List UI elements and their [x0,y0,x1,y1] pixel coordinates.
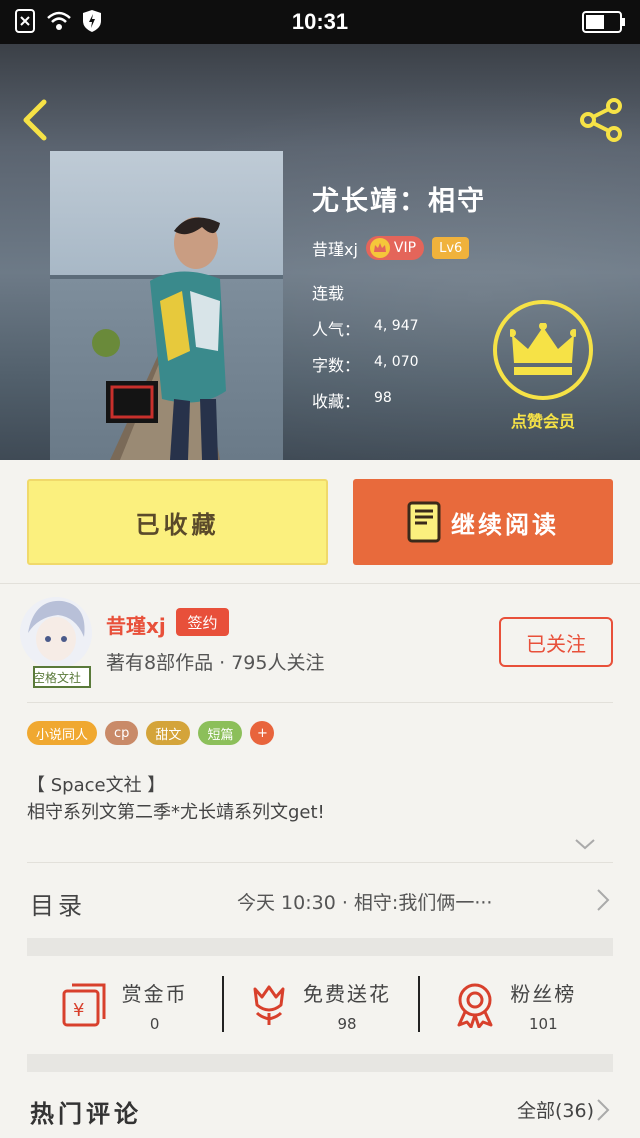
stat-name: 粉丝榜 [510,981,577,1006]
tag-chip[interactable]: 小说同人 [27,721,98,745]
author-row: 昔瑾xj VIP Lv6 [312,236,486,260]
stat-value: 101 [528,1014,558,1033]
expand-description-button[interactable] [574,836,596,852]
fan-ranking-button[interactable]: 粉丝榜 101 [417,956,613,1054]
stat-value: 0 [149,1014,160,1033]
catalog-title: 目录 [30,892,86,920]
stat-name: 免费送花 [302,981,391,1006]
hot-comments-header: 热门评论 全部(36) [0,1074,640,1138]
section-spacer [27,1054,613,1072]
chevron-left-icon [23,99,47,141]
member-label: 点赞会员 [510,412,575,431]
avatar-caption: 空格文社 [32,671,81,685]
tag-chip[interactable]: 短篇 [198,721,243,745]
vip-label: VIP [393,240,417,256]
stat-value: 98 [337,1014,357,1033]
medal-icon [457,983,493,1028]
reward-coins-button[interactable]: ¥ 赏金币 0 [27,956,222,1054]
status-bar: 10:31 [0,0,640,44]
book-title: 尤长靖：相守 [312,186,486,217]
crown-icon [369,238,390,258]
hot-comments-title: 热门评论 [30,1100,142,1128]
book-info: 尤长靖：相守 昔瑾xj VIP Lv6 连载 人气： 4, 947 字数： 4,… [312,179,486,412]
stat-name: 赏金币 [121,981,188,1006]
back-button[interactable] [18,98,52,142]
level-badge: Lv6 [432,237,470,259]
tag-chip[interactable]: 甜文 [146,721,191,745]
collected-button[interactable]: 已收藏 [27,479,328,565]
chevron-right-icon [597,889,610,911]
fan-ranking-text: 粉丝榜 101 [510,978,576,1033]
chevron-down-icon [575,839,595,850]
avatar[interactable]: 空格文社 [18,593,94,693]
signed-badge: 签约 [176,608,229,636]
continue-reading-label: 继续阅读 [451,510,559,539]
all-comments-link[interactable]: 全部(36) [517,1096,594,1123]
catalog-row[interactable]: 目录 今天 10:30 · 相守:我们俩一··· [0,862,640,938]
svg-text:¥: ¥ [73,1000,84,1021]
popularity-label: 人气： [312,320,361,339]
share-icon [580,98,622,142]
free-flowers-button[interactable]: 免费送花 98 [222,956,417,1054]
chevron-right-icon [597,1099,610,1121]
favorites-row: 收藏： 98 [312,388,486,412]
author-name[interactable]: 昔瑾xj [312,236,358,260]
reward-coins-text: 赏金币 0 [122,978,188,1033]
battery-icon [582,10,626,38]
book-description: 【 Space文社 】 相守系列文第二季*尤长靖系列文get! [27,772,325,826]
support-stats: ¥ 赏金币 0 免费送花 98 粉丝榜 101 [27,956,613,1054]
flower-icon [253,985,285,1025]
author-section-name[interactable]: 昔瑾xj [106,610,166,639]
add-tag-button[interactable]: + [250,721,275,745]
crown-icon [493,300,593,400]
share-button[interactable] [578,96,626,144]
section-spacer [27,938,613,956]
red-envelope-icon: ¥ [62,983,106,1027]
description-line: 相守系列文第二季*尤长靖系列文get! [27,802,325,823]
serial-status: 连载 [312,284,345,303]
like-member-button[interactable]: 点赞会员 [493,300,593,432]
words-value: 4, 070 [374,354,419,370]
free-flowers-text: 免费送花 98 [303,978,391,1033]
status-time: 10:31 [291,9,349,34]
popularity-row: 人气： 4, 947 [312,316,486,340]
favorites-value: 98 [374,390,392,406]
words-label: 字数： [312,356,361,375]
book-icon [407,501,441,543]
vip-badge: VIP [365,236,425,260]
follow-button[interactable]: 已关注 [499,617,613,667]
author-meta: 著有8部作品 · 795人关注 [106,652,325,674]
book-cover[interactable] [50,151,283,460]
popularity-value: 4, 947 [374,318,419,334]
continue-reading-button[interactable]: 继续阅读 [353,479,613,565]
words-row: 字数： 4, 070 [312,352,486,376]
tag-list: 小说同人 cp 甜文 短篇 + [27,721,275,745]
divider [27,702,613,703]
description-line: 【 Space文社 】 [27,775,166,796]
latest-chapter: 今天 10:30 · 相守:我们俩一··· [237,892,493,914]
divider [0,583,640,584]
tag-chip[interactable]: cp [105,721,139,745]
book-header: 尤长靖：相守 昔瑾xj VIP Lv6 连载 人气： 4, 947 字数： 4,… [0,44,640,460]
favorites-label: 收藏： [312,392,361,411]
